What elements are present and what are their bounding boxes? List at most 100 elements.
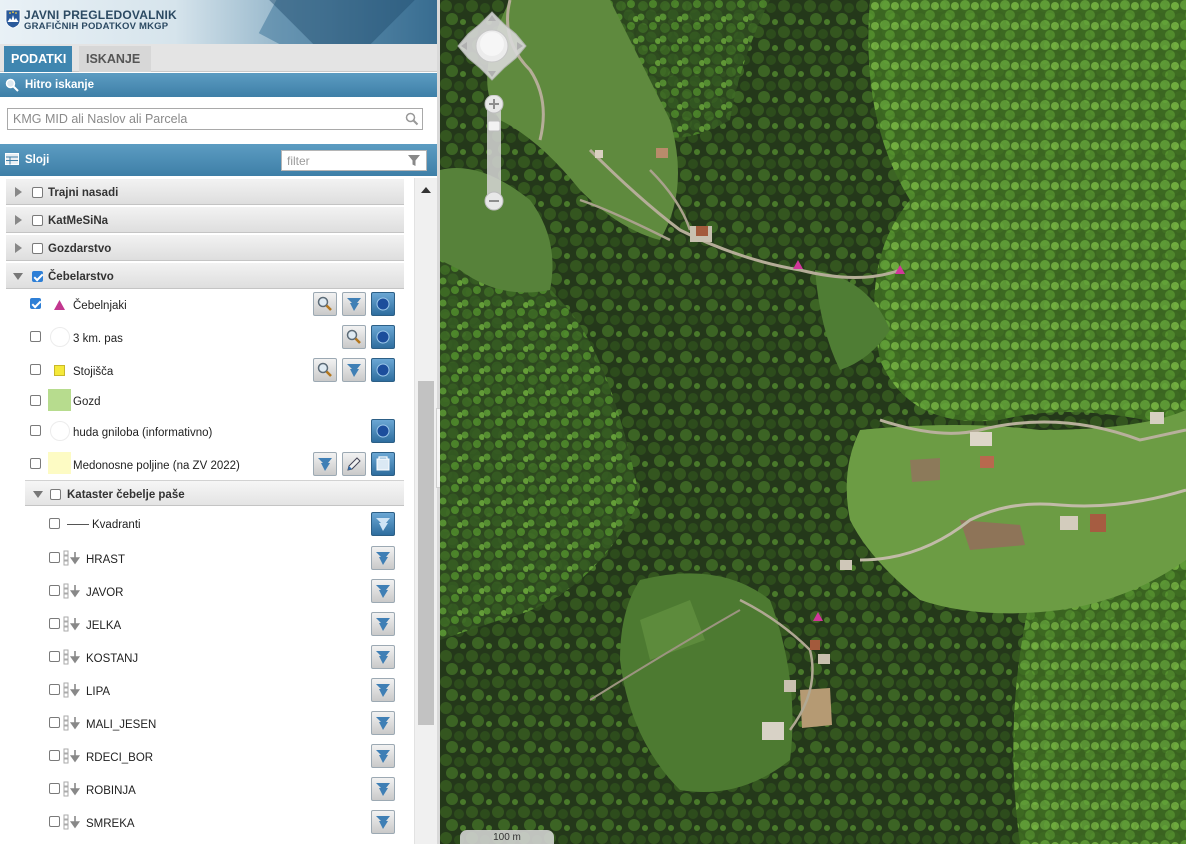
quick-search-header[interactable]: Hitro iskanje [0, 73, 437, 97]
layer-checkbox[interactable] [49, 717, 60, 728]
layer-checkbox[interactable] [49, 552, 60, 563]
layer-style-button[interactable] [371, 579, 395, 603]
pan-control[interactable] [456, 10, 528, 82]
zoom-to-layer-button[interactable] [313, 292, 337, 316]
layer-checkbox[interactable] [30, 458, 41, 469]
layer-tree: Trajni nasadi KatMeSiNa Gozdarstvo Čebel… [0, 178, 437, 844]
group-checkbox[interactable] [32, 215, 43, 226]
style-map-icon [318, 458, 332, 471]
layer-style-button[interactable] [371, 810, 395, 834]
layer-style-button[interactable] [313, 452, 337, 476]
layer-row-medonosne-poljine: Medonosne poljine (na ZV 2022) [0, 450, 404, 480]
layer-style-button[interactable] [371, 777, 395, 801]
collapse-arrow-icon[interactable] [33, 491, 43, 498]
legend-toggle-icon[interactable] [63, 616, 81, 632]
style-map-icon [376, 816, 390, 829]
layer-style-button[interactable] [371, 612, 395, 636]
layer-checkbox[interactable] [49, 585, 60, 596]
layer-checkbox[interactable] [49, 783, 60, 794]
expand-arrow-icon[interactable] [15, 243, 22, 253]
group-checkbox[interactable] [32, 187, 43, 198]
map-view[interactable]: 100 m [440, 0, 1186, 844]
layer-label: LIPA [86, 686, 111, 698]
layers-table-icon [5, 153, 19, 165]
group-gozdarstvo[interactable]: Gozdarstvo [6, 235, 404, 261]
style-map-icon [376, 717, 390, 730]
group-kataster-cebelje-pase[interactable]: Kataster čebelje paše [25, 480, 404, 506]
legend-toggle-icon[interactable] [63, 682, 81, 698]
group-label: Gozdarstvo [48, 243, 112, 255]
layer-checkbox[interactable] [30, 331, 41, 342]
legend-toggle-icon[interactable] [63, 583, 81, 599]
layer-label: huda gniloba (informativno) [73, 427, 213, 439]
tab-podatki[interactable]: PODATKI [4, 46, 72, 72]
layer-checkbox[interactable] [49, 518, 60, 529]
layer-row-kvadranti: Kvadranti [0, 510, 404, 540]
layer-label: JELKA [86, 620, 122, 632]
magnifier-icon [346, 329, 361, 344]
app-title-line1: JAVNI PREGLEDOVALNIK [24, 8, 177, 22]
group-katmesina[interactable]: KatMeSiNa [6, 207, 404, 233]
expand-arrow-icon[interactable] [15, 215, 22, 225]
zoom-slider[interactable] [483, 95, 505, 211]
layer-style-button[interactable] [342, 358, 366, 382]
legend-toggle-icon[interactable] [63, 781, 81, 797]
style-map-icon [376, 552, 390, 565]
edit-layer-button[interactable] [342, 452, 366, 476]
style-map-icon [376, 585, 390, 598]
slovenia-coat-of-arms-icon [5, 9, 21, 29]
layer-label: RDECI_BOR [86, 752, 154, 764]
filter-input[interactable] [281, 150, 427, 171]
layer-style-button[interactable] [371, 678, 395, 702]
expand-arrow-icon[interactable] [15, 187, 22, 197]
legend-toggle-icon[interactable] [63, 748, 81, 764]
layer-info-button[interactable] [371, 292, 395, 316]
legend-toggle-icon[interactable] [63, 550, 81, 566]
zoom-to-layer-button[interactable] [313, 358, 337, 382]
globe-icon [376, 297, 390, 311]
layer-checkbox[interactable] [49, 651, 60, 662]
layer-info-button[interactable] [371, 358, 395, 382]
layer-info-button[interactable] [371, 325, 395, 349]
legend-toggle-icon[interactable] [63, 649, 81, 665]
layer-checkbox[interactable] [30, 298, 41, 309]
layer-checkbox[interactable] [30, 364, 41, 375]
scroll-up-arrow-icon[interactable] [421, 187, 431, 193]
layer-label: Kvadranti [92, 519, 141, 531]
layer-checkbox[interactable] [30, 395, 41, 406]
layer-checkbox[interactable] [49, 750, 60, 761]
layer-checkbox[interactable] [49, 684, 60, 695]
layer-style-button[interactable] [371, 512, 395, 536]
collapse-arrow-icon[interactable] [13, 273, 23, 280]
search-input[interactable] [7, 108, 423, 130]
group-checkbox[interactable] [32, 243, 43, 254]
layer-row-mali-jesen: MALI_JESEN [0, 708, 404, 738]
zoom-to-layer-button[interactable] [342, 325, 366, 349]
search-icon[interactable] [405, 112, 419, 126]
export-layer-button[interactable] [371, 452, 395, 476]
group-trajni-nasadi[interactable]: Trajni nasadi [6, 179, 404, 205]
tab-iskanje[interactable]: ISKANJE [79, 46, 151, 72]
funnel-icon[interactable] [408, 155, 420, 167]
group-checkbox[interactable] [50, 489, 61, 500]
legend-toggle-icon[interactable] [63, 814, 81, 830]
layer-style-button[interactable] [342, 292, 366, 316]
layer-style-button[interactable] [371, 645, 395, 669]
scrollbar-thumb[interactable] [418, 381, 434, 725]
style-map-icon [376, 518, 390, 531]
layer-checkbox[interactable] [30, 425, 41, 436]
group-checkbox[interactable] [32, 271, 43, 282]
style-map-icon [376, 618, 390, 631]
layer-tree-scrollbar[interactable] [414, 178, 437, 844]
group-cebelarstvo[interactable]: Čebelarstvo [6, 263, 404, 289]
layer-checkbox[interactable] [49, 618, 60, 629]
layer-info-button[interactable] [371, 419, 395, 443]
quick-search-area [0, 97, 437, 144]
layer-style-button[interactable] [371, 711, 395, 735]
layer-checkbox[interactable] [49, 816, 60, 827]
layer-style-button[interactable] [371, 744, 395, 768]
layer-row-stojisca: Stojišča [0, 356, 404, 386]
group-label: Čebelarstvo [48, 271, 114, 283]
legend-toggle-icon[interactable] [63, 715, 81, 731]
layer-style-button[interactable] [371, 546, 395, 570]
